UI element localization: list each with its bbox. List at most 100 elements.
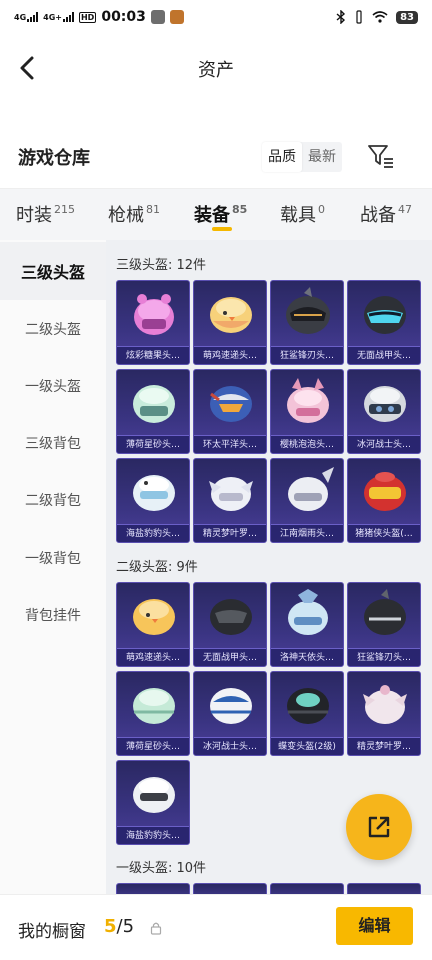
game-app-icon <box>169 10 184 24</box>
section-title-level2: 二级头盔: 9件 <box>116 560 198 575</box>
item-name: 精灵梦叶罗… <box>348 737 420 755</box>
item-card[interactable]: 蝶变头盔(2级) <box>270 671 344 756</box>
tab-count: 0 <box>318 203 325 216</box>
tab-vehicles[interactable]: 载具 0 <box>280 201 325 227</box>
sidebar-item-level3-backpack[interactable]: 三级背包 <box>0 414 106 472</box>
item-name: 萌鸡速递头… <box>117 648 189 666</box>
showcase-total: /5 <box>116 916 135 937</box>
glacier-warrior-helmet-icon <box>210 688 252 724</box>
status-left: 4G 4G+ HD 00:03 <box>14 9 184 25</box>
bottom-bar: 我的橱窗 5/5 编辑 <box>0 894 432 960</box>
equipment-sidebar: 三级头盔 二级头盔 一级头盔 三级背包 二级背包 一级背包 背包挂件 <box>0 240 106 894</box>
item-name: 无面战甲头… <box>194 648 266 666</box>
vibrate-icon <box>356 10 362 24</box>
item-card[interactable]: 无面战甲头… <box>193 582 267 667</box>
item-card[interactable]: 洛神天依头… <box>270 582 344 667</box>
shark-helmet-icon <box>286 287 330 334</box>
warehouse-header: 游戏仓库 品质 最新 <box>0 132 432 180</box>
sort-by-quality-button[interactable]: 品质 <box>262 142 302 172</box>
warehouse-title: 游戏仓库 <box>18 148 90 169</box>
elf-dream-helmet-icon <box>209 477 253 511</box>
sidebar-item-level2-helmet[interactable]: 二级头盔 <box>0 300 106 358</box>
item-card[interactable]: 环太平洋头… <box>193 369 267 454</box>
item-name: 冰河战士头… <box>348 435 420 453</box>
item-card[interactable]: 樱桃泡泡头… <box>270 369 344 454</box>
item-card[interactable]: 冰河战士头… <box>193 671 267 756</box>
status-right: 83 <box>336 10 418 24</box>
item-card[interactable]: 猪猪侠头盔(… <box>347 458 421 543</box>
chick-helmet-icon <box>210 297 252 333</box>
tab-guns[interactable]: 枪械 81 <box>108 201 160 227</box>
tab-fashion[interactable]: 时装 215 <box>16 201 75 227</box>
notification-app-icon <box>150 10 165 24</box>
elf-dream-helmet-icon <box>363 685 407 724</box>
item-card[interactable]: 精灵梦叶罗… <box>193 458 267 543</box>
item-name: 猪猪侠头盔(… <box>348 524 420 542</box>
category-tabs: 时装 215 枪械 81 装备 85 载具 0 战备 47 <box>0 188 432 240</box>
item-name: 蝶变头盔(2级) <box>271 737 343 755</box>
showcase-count: 5/5 <box>104 916 134 937</box>
edit-button[interactable]: 编辑 <box>336 907 413 945</box>
item-card[interactable]: 炫彩糖果头… <box>116 280 190 365</box>
item-card[interactable]: 海盐豹豹头… <box>116 458 190 543</box>
pacific-rim-helmet-icon <box>210 386 252 422</box>
pink-candy-helmet-icon <box>134 294 174 335</box>
item-name: 海盐豹豹头… <box>117 826 189 844</box>
item-name: 环太平洋头… <box>194 435 266 453</box>
tab-equipment[interactable]: 装备 85 <box>194 201 247 227</box>
item-name: 洛神天依头… <box>271 648 343 666</box>
item-name: 无面战甲头… <box>348 346 420 364</box>
item-card[interactable]: 狂鲨锋刃头… <box>347 582 421 667</box>
sidebar-item-level1-helmet[interactable]: 一级头盔 <box>0 357 106 415</box>
sidebar-item-level1-backpack[interactable]: 一级背包 <box>0 529 106 587</box>
sea-salt-leopard-helmet-icon <box>133 777 175 813</box>
tab-label: 战备 <box>360 205 396 226</box>
chick-helmet-icon <box>133 599 175 635</box>
item-name: 薄荷星砂头… <box>117 737 189 755</box>
item-card[interactable]: 薄荷星砂头… <box>116 671 190 756</box>
item-card[interactable]: 冰河战士头… <box>347 369 421 454</box>
item-card[interactable] <box>347 883 421 894</box>
cherry-bubble-helmet-icon <box>287 378 329 423</box>
item-name: 樱桃泡泡头… <box>271 435 343 453</box>
filter-icon[interactable] <box>366 142 396 170</box>
status-time: 00:03 <box>101 9 146 25</box>
item-card[interactable]: 萌鸡速递头… <box>116 582 190 667</box>
tab-label: 时装 <box>16 205 52 226</box>
item-name: 薄荷星砂头… <box>117 435 189 453</box>
item-card[interactable]: 萌鸡速递头… <box>193 280 267 365</box>
signal-2-bars-icon <box>62 12 74 22</box>
item-card[interactable]: 薄荷星砂头… <box>116 369 190 454</box>
item-card[interactable]: 精灵梦叶罗… <box>347 671 421 756</box>
faceless-armor-helmet-icon <box>210 599 252 635</box>
sidebar-item-level3-helmet[interactable]: 三级头盔 <box>0 242 106 300</box>
page-header: 资产 <box>0 40 432 96</box>
tab-label: 装备 <box>194 205 230 226</box>
item-card[interactable]: 海盐豹豹头… <box>116 760 190 845</box>
bluetooth-icon <box>336 10 346 24</box>
item-card[interactable] <box>193 883 267 894</box>
battery-indicator: 83 <box>396 10 418 24</box>
tab-supplies[interactable]: 战备 47 <box>360 201 412 227</box>
sort-by-newest-button[interactable]: 最新 <box>302 142 342 172</box>
share-button[interactable] <box>346 794 412 860</box>
item-card[interactable] <box>270 883 344 894</box>
tab-count: 215 <box>54 203 75 216</box>
sidebar-item-level2-backpack[interactable]: 二级背包 <box>0 471 106 529</box>
item-card[interactable] <box>116 883 190 894</box>
signal-1-bars-icon <box>27 12 39 22</box>
mint-helmet-icon <box>133 688 175 724</box>
sea-salt-leopard-helmet-icon <box>133 475 175 511</box>
sidebar-item-backpack-charm[interactable]: 背包挂件 <box>0 586 106 644</box>
jiangnan-rain-helmet-icon <box>288 467 334 511</box>
signal-2-label: 4G+ <box>43 13 62 22</box>
item-card[interactable]: 无面战甲头… <box>347 280 421 365</box>
share-export-icon <box>368 816 390 838</box>
showcase-label: 我的橱窗 <box>18 922 86 942</box>
item-card[interactable]: 狂鲨锋刃头… <box>270 280 344 365</box>
item-name: 萌鸡速递头… <box>194 346 266 364</box>
item-card[interactable]: 江南烟雨头… <box>270 458 344 543</box>
mint-helmet-icon <box>133 385 175 423</box>
page-title: 资产 <box>198 60 234 81</box>
item-name: 海盐豹豹头… <box>117 524 189 542</box>
